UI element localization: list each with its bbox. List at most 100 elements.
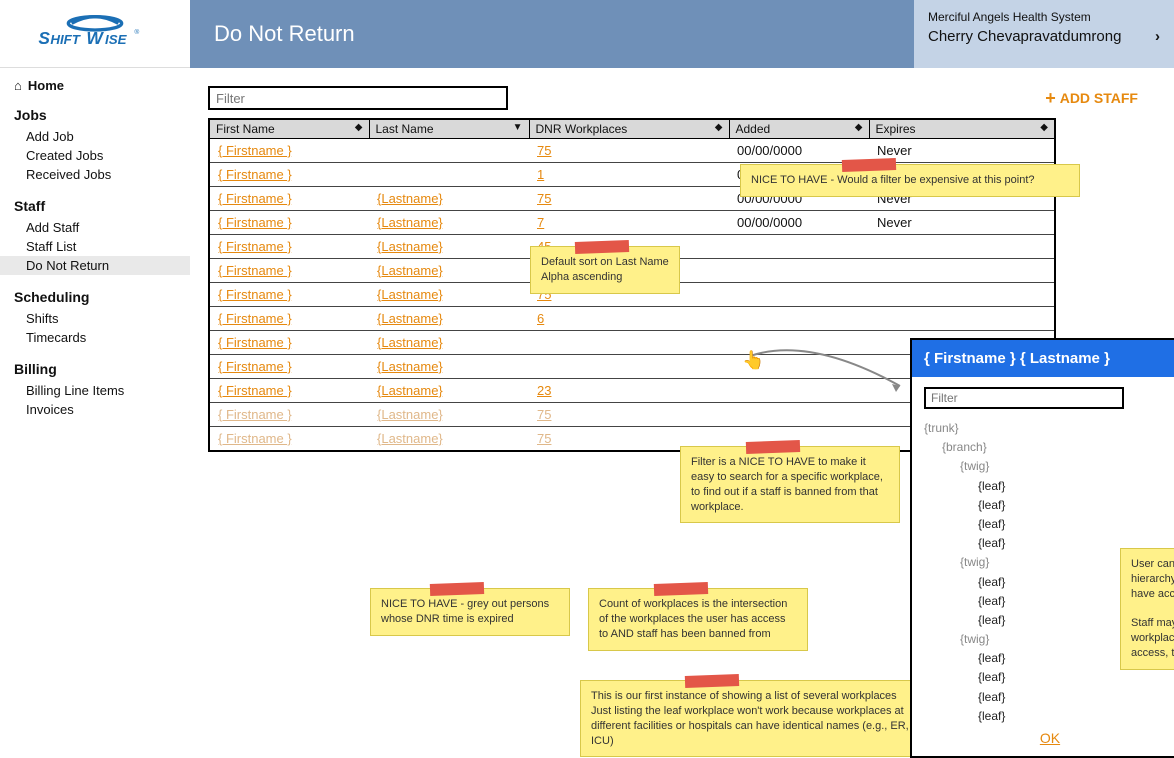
annotation-note: Default sort on Last Name Alpha ascendin… bbox=[530, 246, 680, 294]
col-added[interactable]: Added◆ bbox=[729, 119, 869, 139]
tree-branch: {branch} bbox=[924, 438, 1174, 457]
cell bbox=[869, 283, 1055, 307]
nav-item-add-staff[interactable]: Add Staff bbox=[14, 218, 190, 237]
nav-item-shifts[interactable]: Shifts bbox=[14, 309, 190, 328]
panel-ok-button[interactable]: OK bbox=[1040, 730, 1060, 746]
col-last-name-label: Last Name bbox=[376, 122, 434, 136]
cell-link[interactable]: {Lastname} bbox=[369, 379, 529, 403]
cell bbox=[869, 235, 1055, 259]
tree-branch: {twig} bbox=[924, 457, 1174, 476]
cell-link[interactable]: { Firstname } bbox=[209, 427, 369, 452]
cell-link[interactable]: {Lastname} bbox=[369, 355, 529, 379]
nav-item-invoices[interactable]: Invoices bbox=[14, 400, 190, 419]
cell-link[interactable]: 1 bbox=[529, 163, 729, 187]
col-expires-label: Expires bbox=[876, 122, 916, 136]
cell-link[interactable]: { Firstname } bbox=[209, 355, 369, 379]
tree-leaf[interactable]: {leaf} bbox=[924, 707, 1174, 724]
cell-link[interactable]: {Lastname} bbox=[369, 187, 529, 211]
nav-group-scheduling: Scheduling bbox=[14, 289, 190, 305]
col-dnr-label: DNR Workplaces bbox=[536, 122, 628, 136]
cell bbox=[729, 403, 869, 427]
svg-text:HIFT: HIFT bbox=[50, 32, 81, 47]
cell-link[interactable]: {Lastname} bbox=[369, 235, 529, 259]
nav-item-received-jobs[interactable]: Received Jobs bbox=[14, 165, 190, 184]
cell bbox=[729, 235, 869, 259]
annotation-note: This is our first instance of showing a … bbox=[580, 680, 930, 757]
panel-filter-input[interactable] bbox=[924, 387, 1124, 409]
cell-link[interactable]: { Firstname } bbox=[209, 307, 369, 331]
svg-text:ISE: ISE bbox=[105, 32, 128, 47]
tree-branch: {trunk} bbox=[924, 419, 1174, 438]
tree-leaf[interactable]: {leaf} bbox=[924, 477, 1174, 496]
nav-home[interactable]: ⌂ Home bbox=[14, 78, 190, 93]
cell-link bbox=[529, 331, 729, 355]
cell-link[interactable]: { Firstname } bbox=[209, 283, 369, 307]
cell-link[interactable]: {Lastname} bbox=[369, 283, 529, 307]
col-dnr-workplaces[interactable]: DNR Workplaces ◆ bbox=[529, 119, 729, 139]
user-org: Merciful Angels Health System bbox=[928, 10, 1160, 24]
cell-link[interactable]: { Firstname } bbox=[209, 163, 369, 187]
svg-text:®: ® bbox=[134, 28, 139, 36]
nav-item-created-jobs[interactable]: Created Jobs bbox=[14, 146, 190, 165]
user-menu[interactable]: Merciful Angels Health System Cherry Che… bbox=[914, 0, 1174, 68]
svg-text:W: W bbox=[86, 28, 104, 48]
tree-leaf[interactable]: {leaf} bbox=[924, 668, 1174, 687]
annotation-note: NICE TO HAVE - grey out persons whose DN… bbox=[370, 588, 570, 636]
cell-link[interactable]: { Firstname } bbox=[209, 331, 369, 355]
nav-group-jobs: Jobs bbox=[14, 107, 190, 123]
cell bbox=[869, 307, 1055, 331]
nav-item-do-not-return[interactable]: Do Not Return bbox=[0, 256, 190, 275]
cell-link[interactable]: {Lastname} bbox=[369, 259, 529, 283]
logo: S HIFT W ISE ® bbox=[0, 0, 190, 68]
tree-leaf[interactable]: {leaf} bbox=[924, 496, 1174, 515]
nav-home-label: Home bbox=[28, 78, 64, 93]
cell-link[interactable]: 7 bbox=[529, 211, 729, 235]
add-staff-button[interactable]: + ADD STAFF bbox=[1045, 88, 1138, 109]
cell-link bbox=[529, 355, 729, 379]
cell: Never bbox=[869, 139, 1055, 163]
table-row: { Firstname }{Lastname}6 bbox=[209, 307, 1055, 331]
cursor-pointer-icon: 👆 bbox=[742, 350, 764, 371]
cell-link[interactable]: { Firstname } bbox=[209, 187, 369, 211]
nav-item-staff-list[interactable]: Staff List bbox=[14, 237, 190, 256]
cell-link[interactable]: {Lastname} bbox=[369, 307, 529, 331]
cell-link[interactable]: {Lastname} bbox=[369, 331, 529, 355]
sort-icon: ◆ bbox=[715, 122, 723, 133]
page-title: Do Not Return bbox=[190, 0, 914, 68]
tree-leaf[interactable]: {leaf} bbox=[924, 515, 1174, 534]
tree-leaf[interactable]: {leaf} bbox=[924, 688, 1174, 707]
table-row: { Firstname }{Lastname}700/00/0000Never bbox=[209, 211, 1055, 235]
sort-desc-icon: ▼ bbox=[513, 122, 523, 133]
main-content: + ADD STAFF First Name◆ Last Name▼ DNR W… bbox=[190, 68, 1174, 708]
annotation-note: Filter is a NICE TO HAVE to make it easy… bbox=[680, 446, 900, 523]
cell-link[interactable]: { Firstname } bbox=[209, 403, 369, 427]
cell-link[interactable]: 75 bbox=[529, 187, 729, 211]
cell-link[interactable]: { Firstname } bbox=[209, 259, 369, 283]
cell-link[interactable]: 23 bbox=[529, 379, 729, 403]
annotation-note: Count of workplaces is the intersection … bbox=[588, 588, 808, 651]
cell-link[interactable]: { Firstname } bbox=[209, 235, 369, 259]
cell-link[interactable]: { Firstname } bbox=[209, 379, 369, 403]
svg-text:S: S bbox=[38, 28, 50, 48]
cell-link bbox=[369, 139, 529, 163]
nav-item-timecards[interactable]: Timecards bbox=[14, 328, 190, 347]
panel-title: { Firstname } { Lastname } bbox=[912, 340, 1174, 377]
col-expires[interactable]: Expires◆ bbox=[869, 119, 1055, 139]
col-last-name[interactable]: Last Name ▼ bbox=[369, 119, 529, 139]
plus-icon: + bbox=[1045, 88, 1056, 109]
cell-link[interactable]: { Firstname } bbox=[209, 139, 369, 163]
cell-link[interactable]: {Lastname} bbox=[369, 211, 529, 235]
cell-link[interactable]: 75 bbox=[529, 403, 729, 427]
nav-item-billing-line-items[interactable]: Billing Line Items bbox=[14, 381, 190, 400]
cell-link[interactable]: 75 bbox=[529, 139, 729, 163]
cell-link[interactable]: { Firstname } bbox=[209, 211, 369, 235]
nav-item-add-job[interactable]: Add Job bbox=[14, 127, 190, 146]
col-first-name[interactable]: First Name◆ bbox=[209, 119, 369, 139]
cell bbox=[729, 379, 869, 403]
user-name: Cherry Chevapravatdumrong bbox=[928, 28, 1121, 45]
cell-link[interactable]: {Lastname} bbox=[369, 403, 529, 427]
cell-link[interactable]: 6 bbox=[529, 307, 729, 331]
cell-link[interactable]: {Lastname} bbox=[369, 427, 529, 452]
col-first-name-label: First Name bbox=[216, 122, 275, 136]
filter-input[interactable] bbox=[208, 86, 508, 110]
